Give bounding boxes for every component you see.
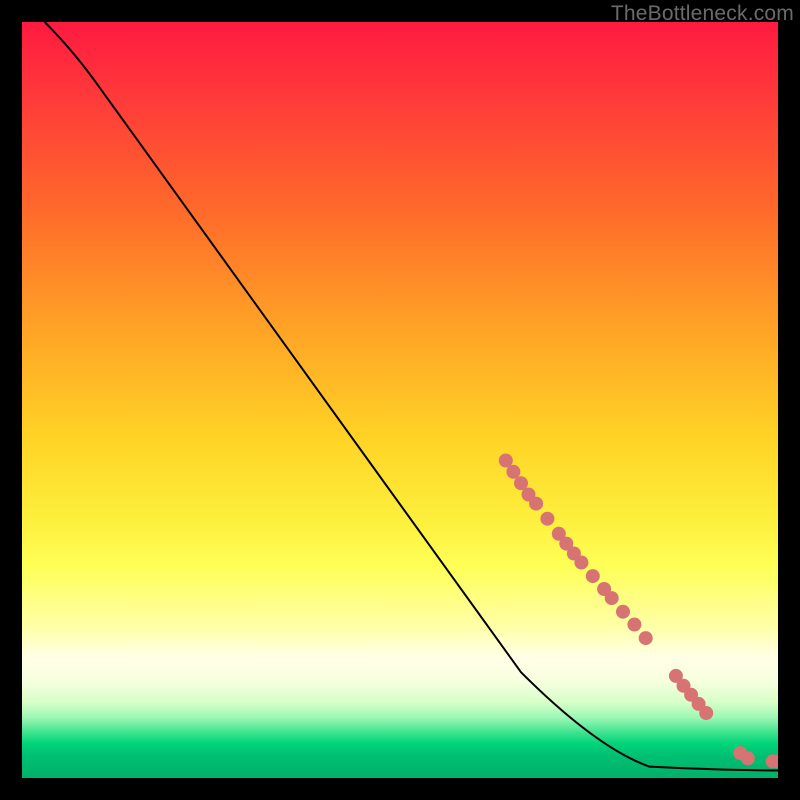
- data-point: [699, 706, 713, 720]
- data-point: [540, 512, 554, 526]
- data-point: [506, 465, 520, 479]
- marker-group: [499, 454, 778, 769]
- data-point: [574, 556, 588, 570]
- data-point: [616, 605, 630, 619]
- data-point: [639, 631, 653, 645]
- watermark-text: TheBottleneck.com: [611, 2, 794, 26]
- chart-svg: [22, 22, 778, 778]
- data-point: [605, 591, 619, 605]
- data-point: [741, 751, 755, 765]
- data-point: [529, 497, 543, 511]
- plot-area: [22, 22, 778, 778]
- data-point: [627, 618, 641, 632]
- data-point: [586, 569, 600, 583]
- chart-frame: TheBottleneck.com: [0, 0, 800, 800]
- data-curve: [45, 22, 778, 770]
